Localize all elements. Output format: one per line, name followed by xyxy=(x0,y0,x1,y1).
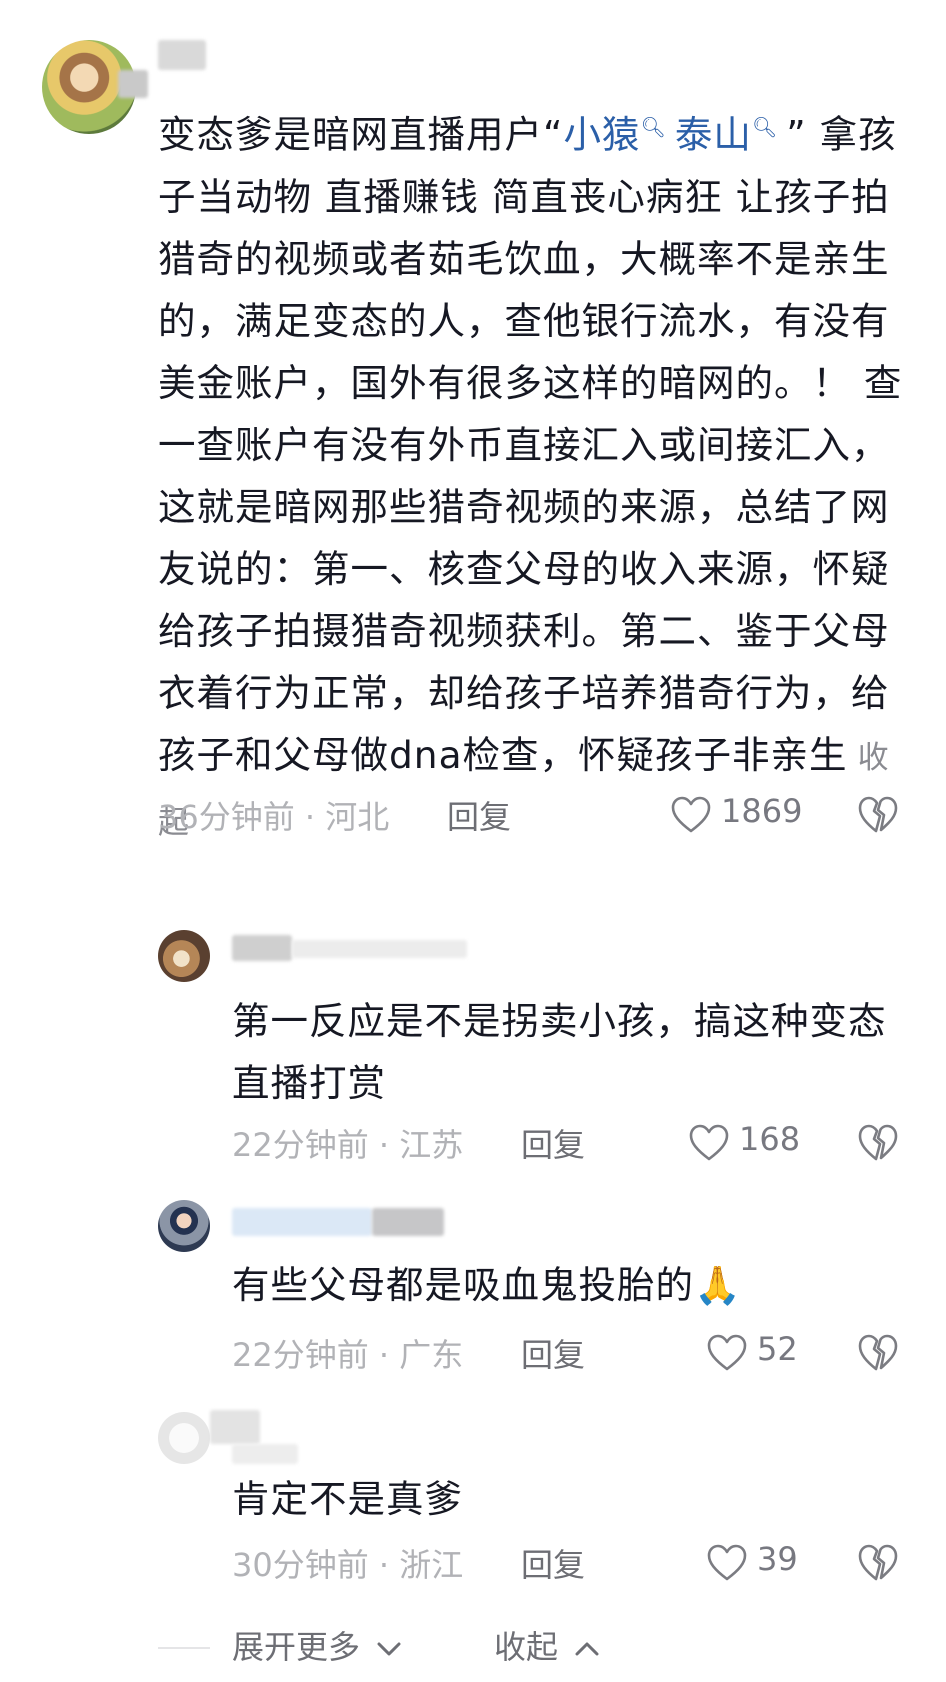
broken-heart-icon[interactable] xyxy=(858,1123,898,1163)
heart-outline-icon[interactable] xyxy=(689,1124,729,1162)
avatar[interactable] xyxy=(158,1200,210,1252)
like-count: 52 xyxy=(757,1330,798,1368)
username-blurred xyxy=(232,1444,298,1464)
username-blurred xyxy=(372,1208,444,1236)
username-blurred xyxy=(292,940,467,958)
comment-text-start: 变态爹是暗网直播用户“ xyxy=(158,112,564,157)
chevron-up-icon xyxy=(575,1642,599,1656)
collapse-label: 收起 xyxy=(494,1628,559,1666)
comment-thread: 变态爹是暗网直播用户“小猿🔍︎ 泰山🔍︎” 拿孩子当动物 直播赚钱 简直丧心病狂 … xyxy=(0,0,946,1682)
comment-text: 变态爹是暗网直播用户“小猿🔍︎ 泰山🔍︎” 拿孩子当动物 直播赚钱 简直丧心病狂 … xyxy=(158,96,906,854)
broken-heart-icon[interactable] xyxy=(858,1333,898,1373)
reply-button[interactable]: 回复 xyxy=(447,792,511,838)
comment-meta: 22分钟前 · 广东 xyxy=(232,1336,464,1374)
reply-button[interactable]: 回复 xyxy=(521,1330,585,1376)
divider-line xyxy=(158,1647,210,1649)
heart-outline-icon[interactable] xyxy=(707,1544,747,1582)
comment-text-rest: ” 拿孩子当动物 直播赚钱 简直丧心病狂 让孩子拍猎奇的视频或者茹毛饮血，大概率… xyxy=(158,112,903,777)
search-link-taishan[interactable]: 泰山 xyxy=(675,113,752,157)
comment-meta: 22分钟前 · 江苏 xyxy=(232,1126,464,1164)
username-blurred[interactable] xyxy=(232,935,292,961)
reply-text: 肯定不是真爹 xyxy=(232,1477,463,1521)
avatar[interactable] xyxy=(158,1412,210,1464)
comment-meta: 30分钟前 · 浙江 xyxy=(232,1546,464,1584)
broken-heart-icon[interactable] xyxy=(858,1543,898,1583)
search-link-xiaoyuan[interactable]: 小猿 xyxy=(563,113,640,157)
like-count: 1869 xyxy=(721,792,803,830)
reply-button[interactable]: 回复 xyxy=(521,1540,585,1586)
search-magnifier-icon[interactable]: 🔍︎ xyxy=(752,115,778,139)
reply-button[interactable]: 回复 xyxy=(521,1120,585,1166)
broken-heart-icon[interactable] xyxy=(858,795,898,835)
heart-outline-icon[interactable] xyxy=(707,1334,747,1372)
comment-meta: 36分钟前 · 河北 xyxy=(158,798,390,836)
avatar[interactable] xyxy=(158,930,210,982)
username-blurred[interactable] xyxy=(158,40,206,70)
chevron-down-icon xyxy=(377,1642,401,1656)
username-blurred[interactable] xyxy=(210,1410,260,1444)
reply-text: 有些父母都是吸血鬼投胎的🙏 xyxy=(232,1263,742,1307)
expand-more-button[interactable]: 展开更多 xyxy=(232,1622,402,1668)
heart-outline-icon[interactable] xyxy=(671,796,711,834)
like-count: 39 xyxy=(757,1540,798,1578)
username-blurred[interactable] xyxy=(232,1208,372,1236)
reply-text: 第一反应是不是拐卖小孩，搞这种变态直播打赏 xyxy=(232,999,887,1105)
like-count: 168 xyxy=(739,1120,801,1158)
expand-more-label: 展开更多 xyxy=(232,1628,361,1666)
username-blurred xyxy=(118,70,148,98)
collapse-button[interactable]: 收起 xyxy=(494,1622,600,1668)
search-magnifier-icon[interactable]: 🔍︎ xyxy=(640,115,666,139)
